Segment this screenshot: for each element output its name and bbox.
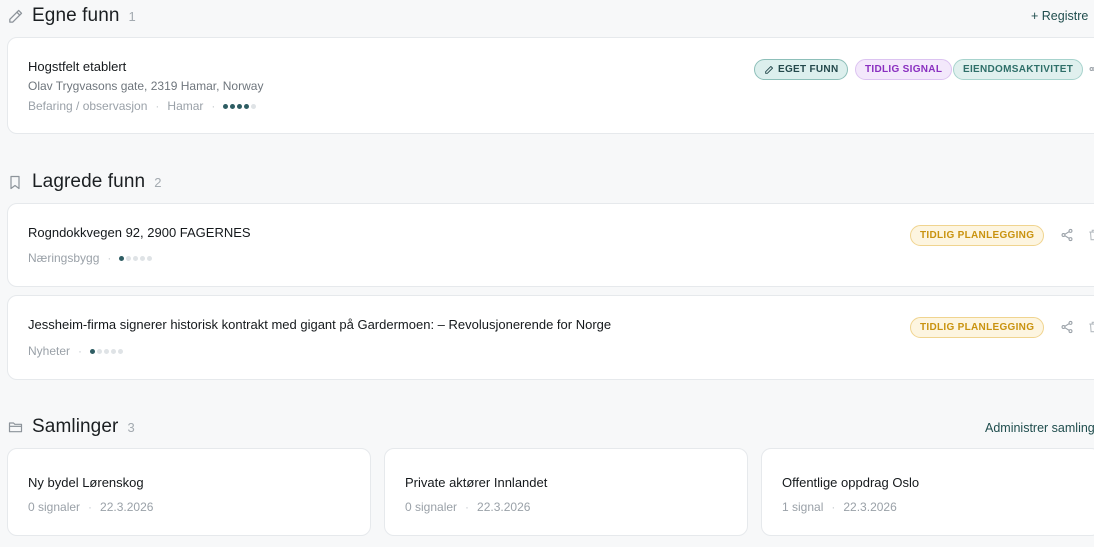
collection-title: Ny bydel Lørenskog xyxy=(28,475,144,490)
section-header-saved: Lagrede funn 2 xyxy=(6,170,161,194)
strength-dot xyxy=(140,255,146,261)
collection-title: Offentlige oppdrag Oslo xyxy=(782,475,920,490)
collection-card[interactable]: Ny bydel Lørenskog 0 signaler · 22.3.2026 xyxy=(7,448,371,536)
collection-meta: 0 signaler · 22.3.2026 xyxy=(28,500,154,514)
finding-meta: Befaring / observasjon · Hamar · xyxy=(28,99,257,113)
section-header-collections: Samlinger 3 xyxy=(6,415,135,439)
strength-indicator xyxy=(223,103,257,109)
collection-signal-count: 0 signaler xyxy=(405,500,458,514)
folder-icon xyxy=(6,418,24,436)
bookmark-icon xyxy=(6,173,24,191)
strength-dot xyxy=(111,348,117,354)
collection-date: 22.3.2026 xyxy=(477,500,531,514)
delete-icon[interactable] xyxy=(1087,228,1094,242)
share-icon[interactable] xyxy=(1060,320,1074,334)
own-finding-card[interactable]: Hogstfelt etablert Olav Trygvasons gate,… xyxy=(7,37,1094,134)
section-title: Samlinger xyxy=(32,416,119,437)
strength-dot xyxy=(104,348,110,354)
section-title: Lagrede funn xyxy=(32,171,146,192)
section-count: 3 xyxy=(127,419,135,435)
finding-title: Jessheim-firma signerer historisk kontra… xyxy=(28,317,612,332)
section-header-own: Egne funn 1 xyxy=(6,4,136,28)
strength-dot xyxy=(118,348,124,354)
share-icon[interactable] xyxy=(1060,228,1074,242)
finding-category: Næringsbygg xyxy=(28,251,100,265)
section-count: 2 xyxy=(154,174,162,190)
section-count: 1 xyxy=(128,8,136,24)
strength-dot xyxy=(133,255,139,261)
strength-dot xyxy=(147,255,153,261)
strength-dot xyxy=(97,348,103,354)
collection-meta: 1 signal · 22.3.2026 xyxy=(782,500,897,514)
collection-signal-count: 0 signaler xyxy=(28,500,81,514)
strength-dot xyxy=(244,103,250,109)
badge-own-finding: EGET FUNN xyxy=(754,59,849,80)
strength-dot xyxy=(251,103,257,109)
finding-location: Hamar xyxy=(167,99,204,113)
strength-dot xyxy=(90,348,96,354)
pencil-icon xyxy=(764,65,774,75)
collection-title: Private aktører Innlandet xyxy=(405,475,548,490)
strength-dot xyxy=(237,103,243,109)
badge-label: EGET FUNN xyxy=(778,64,839,75)
badge-property-activity: EIENDOMSAKTIVITET xyxy=(953,59,1084,80)
strength-indicator xyxy=(90,348,124,354)
share-icon[interactable] xyxy=(1088,62,1094,76)
badge-early-planning: TIDLIG PLANLEGGING xyxy=(910,317,1045,338)
finding-title: Hogstfelt etablert xyxy=(28,59,127,74)
delete-icon[interactable] xyxy=(1087,320,1094,334)
strength-dot xyxy=(230,103,236,109)
strength-dot xyxy=(119,255,125,261)
collection-signal-count: 1 signal xyxy=(782,500,824,514)
collection-date: 22.3.2026 xyxy=(100,500,154,514)
collection-date: 22.3.2026 xyxy=(843,500,897,514)
strength-indicator xyxy=(119,255,153,261)
saved-finding-card[interactable]: Rogndokkvegen 92, 2900 FAGERNES Næringsb… xyxy=(7,203,1094,287)
collection-card[interactable]: Private aktører Innlandet 0 signaler · 22.… xyxy=(384,448,748,536)
badge-early-planning: TIDLIG PLANLEGGING xyxy=(910,225,1045,246)
section-title: Egne funn xyxy=(32,5,120,26)
saved-finding-card[interactable]: Jessheim-firma signerer historisk kontra… xyxy=(7,295,1094,380)
collection-card[interactable]: Offentlige oppdrag Oslo 1 signal · 22.3.20… xyxy=(761,448,1094,536)
finding-meta: Nyheter · xyxy=(28,344,124,358)
finding-category: Befaring / observasjon xyxy=(28,99,148,113)
badge-early-signal: TIDLIG SIGNAL xyxy=(855,59,953,80)
finding-title: Rogndokkvegen 92, 2900 FAGERNES xyxy=(28,225,251,240)
collection-meta: 0 signaler · 22.3.2026 xyxy=(405,500,531,514)
strength-dot xyxy=(126,255,132,261)
strength-dot xyxy=(223,103,229,109)
finding-address: Olav Trygvasons gate, 2319 Hamar, Norway xyxy=(28,79,264,93)
register-finding-button[interactable]: + Registre xyxy=(1031,9,1088,23)
finding-category: Nyheter xyxy=(28,344,71,358)
pencil-icon xyxy=(6,7,24,25)
manage-collections-link[interactable]: Administrer samling xyxy=(985,421,1094,435)
finding-meta: Næringsbygg · xyxy=(28,251,153,265)
